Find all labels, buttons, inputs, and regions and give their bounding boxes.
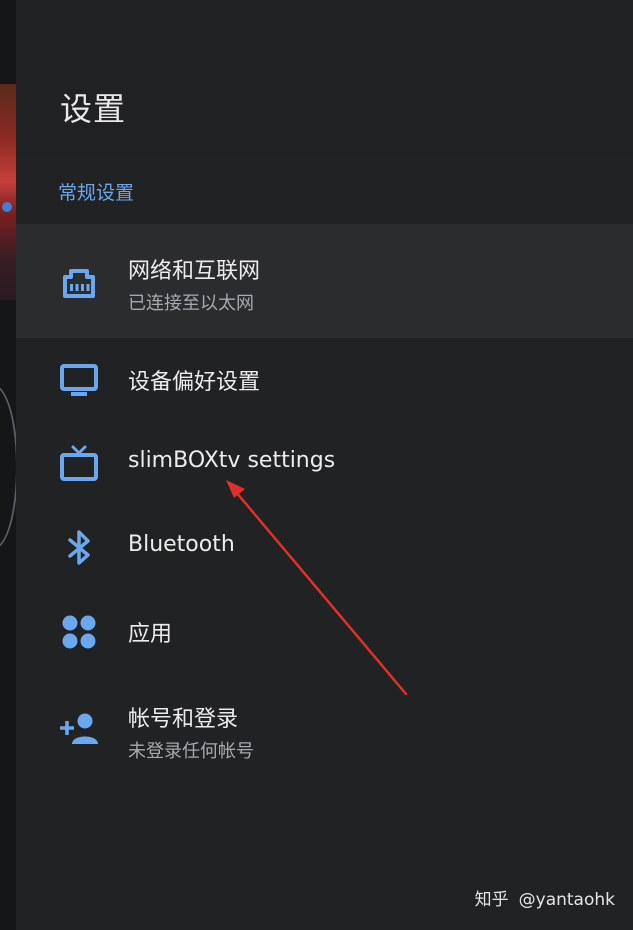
apps-icon xyxy=(62,615,96,649)
menu-item-accounts[interactable]: 帐号和登录 未登录任何帐号 xyxy=(16,674,633,788)
settings-header: 设置 xyxy=(16,0,633,157)
watermark-handle: @yantaohk xyxy=(518,890,615,910)
menu-item-device-preferences[interactable]: 设备偏好设置 xyxy=(16,338,633,422)
menu-item-slimboxtv-settings-title: slimBOXtv settings xyxy=(128,448,336,473)
settings-panel: 设置 常规设置 网络和互联网 已连接至以太网 设备偏好设置 slimBOXtv … xyxy=(16,0,633,930)
menu-item-accounts-subtitle: 未登录任何帐号 xyxy=(128,741,254,762)
menu-item-apps-title: 应用 xyxy=(128,622,173,647)
background-dot xyxy=(2,202,12,212)
menu-item-bluetooth[interactable]: Bluetooth xyxy=(16,506,633,590)
watermark-brand: 知乎 xyxy=(474,890,509,910)
bluetooth-icon xyxy=(68,530,90,565)
background-ring xyxy=(0,385,16,549)
menu-item-network[interactable]: 网络和互联网 已连接至以太网 xyxy=(16,224,633,338)
menu-item-apps[interactable]: 应用 xyxy=(16,590,633,674)
tv-icon xyxy=(60,445,98,481)
page-title: 设置 xyxy=(60,90,127,128)
menu-item-device-preferences-title: 设备偏好设置 xyxy=(128,370,261,395)
background-thumbnail xyxy=(0,84,16,300)
menu-item-network-subtitle: 已连接至以太网 xyxy=(128,293,254,314)
add-person-icon xyxy=(60,713,98,744)
monitor-icon xyxy=(60,364,98,396)
menu-item-network-title: 网络和互联网 xyxy=(128,259,261,284)
menu-item-accounts-title: 帐号和登录 xyxy=(128,707,239,732)
menu-item-slimboxtv-settings[interactable]: slimBOXtv settings xyxy=(16,422,633,506)
background-app-strip xyxy=(0,0,16,930)
watermark: 知乎 @yantaohk xyxy=(475,885,615,910)
menu-item-bluetooth-title: Bluetooth xyxy=(128,532,235,557)
ethernet-icon xyxy=(63,269,95,298)
section-label-general: 常规设置 xyxy=(58,182,135,204)
